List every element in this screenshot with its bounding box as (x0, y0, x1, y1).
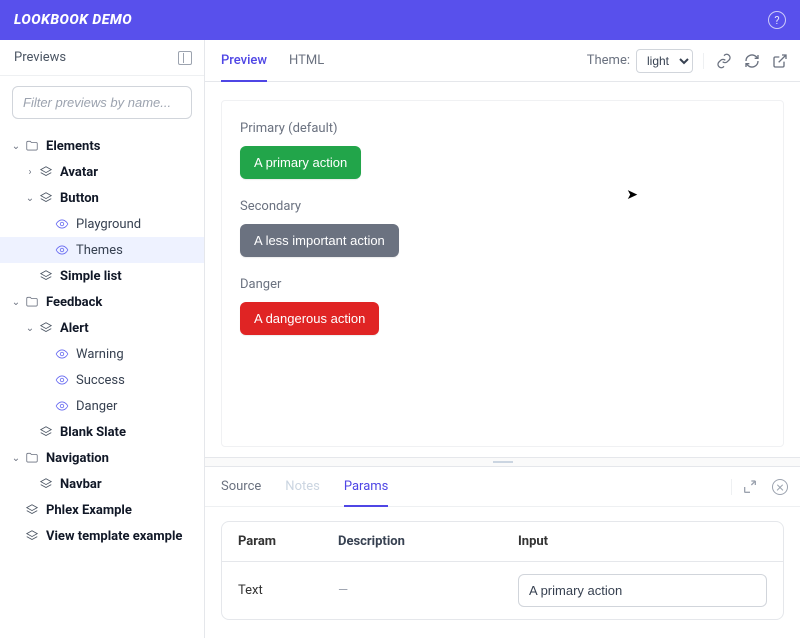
layers-icon (38, 191, 54, 205)
tree-label: Danger (76, 399, 117, 414)
sidebar: Previews ⌄ Elements › Avatar (0, 40, 205, 638)
tree-folder-feedback[interactable]: ⌄ Feedback (0, 289, 204, 315)
search-input[interactable] (12, 86, 192, 119)
chevron-down-icon: ⌄ (10, 297, 22, 308)
eye-icon (54, 373, 70, 387)
tree-item-avatar[interactable]: › Avatar (0, 159, 204, 185)
danger-action-button[interactable]: A dangerous action (240, 302, 379, 335)
tree-folder-elements[interactable]: ⌄ Elements (0, 133, 204, 159)
preview-topbar: Preview HTML Theme: light (205, 40, 800, 82)
layers-icon (24, 503, 40, 517)
layers-icon (24, 529, 40, 543)
tree-label: Playground (76, 217, 141, 232)
chevron-down-icon: ⌄ (10, 141, 22, 152)
param-name: Text (238, 583, 338, 598)
tree-label: Avatar (60, 165, 98, 180)
secondary-action-button[interactable]: A less important action (240, 224, 399, 257)
params-table: Param Description Input Text — (221, 521, 784, 620)
folder-icon (24, 451, 40, 465)
tree-item-themes[interactable]: Themes (0, 237, 204, 263)
tree-item-navbar[interactable]: Navbar (0, 471, 204, 497)
variant-label-secondary: Secondary (240, 199, 765, 214)
tree-item-warning[interactable]: Warning (0, 341, 204, 367)
sidebar-title: Previews (14, 50, 66, 65)
chevron-right-icon: › (24, 167, 36, 178)
tree-item-button[interactable]: ⌄ Button (0, 185, 204, 211)
col-header-description: Description (338, 534, 518, 549)
param-text-input[interactable] (518, 574, 767, 607)
eye-icon (54, 217, 70, 231)
variant-label-primary: Primary (default) (240, 121, 765, 136)
folder-icon (24, 295, 40, 309)
tab-notes: Notes (285, 467, 320, 506)
app-title: LOOKBOOK DEMO (14, 12, 132, 28)
tree-label: Elements (46, 139, 100, 154)
collapse-sidebar-icon[interactable] (178, 51, 192, 65)
tree-item-playground[interactable]: Playground (0, 211, 204, 237)
preview-tree: ⌄ Elements › Avatar ⌄ Button Pl (0, 129, 204, 638)
tree-label: Alert (60, 321, 89, 336)
link-icon[interactable] (716, 53, 732, 69)
vertical-splitter[interactable] (205, 457, 800, 467)
tab-html[interactable]: HTML (289, 40, 324, 81)
tree-label: Warning (76, 347, 124, 362)
help-icon[interactable]: ? (768, 11, 786, 29)
col-header-input: Input (518, 534, 767, 549)
tree-label: Themes (76, 243, 123, 258)
layers-icon (38, 321, 54, 335)
variant-label-danger: Danger (240, 277, 765, 292)
eye-icon (54, 347, 70, 361)
close-panel-icon[interactable] (772, 479, 788, 495)
tab-source[interactable]: Source (221, 467, 261, 506)
tree-label: Navbar (60, 477, 102, 492)
table-row: Text — (222, 562, 783, 619)
layers-icon (38, 165, 54, 179)
chevron-down-icon: ⌄ (10, 453, 22, 464)
refresh-icon[interactable] (744, 53, 760, 69)
tree-folder-navigation[interactable]: ⌄ Navigation (0, 445, 204, 471)
tree-label: Navigation (46, 451, 109, 466)
share-arrow-icon[interactable] (742, 479, 758, 495)
tree-item-phlex[interactable]: Phlex Example (0, 497, 204, 523)
eye-icon (54, 243, 70, 257)
param-description: — (338, 583, 518, 598)
tree-item-success[interactable]: Success (0, 367, 204, 393)
chevron-down-icon: ⌄ (24, 193, 36, 204)
tree-item-danger[interactable]: Danger (0, 393, 204, 419)
bottom-panel: Source Notes Params Param Descriptio (205, 467, 800, 638)
theme-label: Theme: (587, 53, 630, 68)
tree-item-alert[interactable]: ⌄ Alert (0, 315, 204, 341)
primary-action-button[interactable]: A primary action (240, 146, 361, 179)
tree-label: Button (60, 191, 99, 206)
tab-params[interactable]: Params (344, 467, 389, 506)
open-new-window-icon[interactable] (772, 53, 788, 69)
tree-label: Phlex Example (46, 503, 132, 518)
tree-label: View template example (46, 529, 182, 544)
chevron-down-icon: ⌄ (24, 323, 36, 334)
tree-item-simple-list[interactable]: Simple list (0, 263, 204, 289)
tree-label: Success (76, 373, 125, 388)
layers-icon (38, 425, 54, 439)
tree-item-view-template[interactable]: View template example (0, 523, 204, 549)
tree-label: Blank Slate (60, 425, 126, 440)
app-header: LOOKBOOK DEMO ? (0, 0, 800, 40)
layers-icon (38, 477, 54, 491)
tab-preview[interactable]: Preview (221, 40, 267, 81)
tree-item-blank-slate[interactable]: Blank Slate (0, 419, 204, 445)
main-panel: Preview HTML Theme: light ➤ (205, 40, 800, 638)
layers-icon (38, 269, 54, 283)
folder-icon (24, 139, 40, 153)
col-header-param: Param (238, 534, 338, 549)
theme-select[interactable]: light (636, 49, 693, 73)
tree-label: Feedback (46, 295, 102, 310)
tree-label: Simple list (60, 269, 122, 284)
preview-area: ➤ Primary (default) A primary action Sec… (205, 82, 800, 457)
eye-icon (54, 399, 70, 413)
